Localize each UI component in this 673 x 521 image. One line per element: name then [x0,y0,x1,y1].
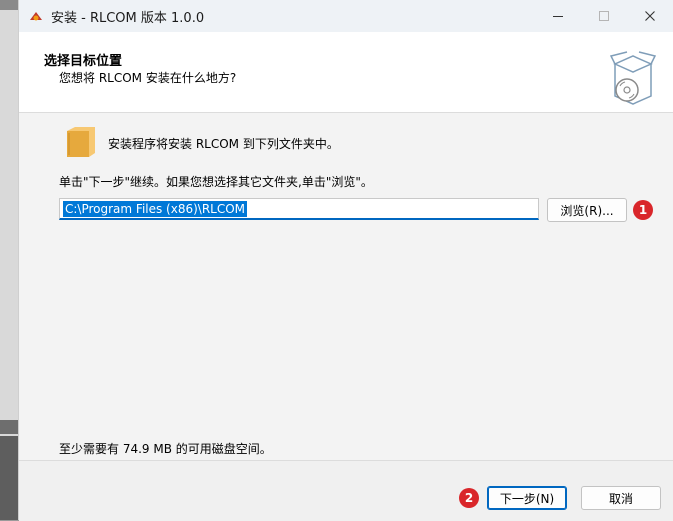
browse-button[interactable]: 浏览(R)... [547,198,627,222]
step-badge-1: 1 [633,200,653,220]
app-icon [29,9,43,23]
maximize-icon [599,11,609,21]
close-button[interactable] [627,0,673,32]
folder-icon [65,125,97,162]
page-title: 选择目标位置 [44,54,123,69]
step-badge-2: 2 [459,488,479,508]
minimize-icon [553,16,563,17]
instruction-text: 单击"下一步"继续。如果您想选择其它文件夹,单击"浏览"。 [59,175,373,189]
installer-window: 安装 - RLCOM 版本 1.0.0 选择目标位置 您想将 RLCOM 安装在… [18,0,673,521]
wizard-footer: 2 下一步(N) 取消 [19,460,673,521]
minimize-button[interactable] [535,0,581,32]
background-bar [0,436,18,520]
maximize-button [581,0,627,32]
install-path-input[interactable]: C:\Program Files (x86)\RLCOM [59,198,539,220]
close-icon [645,11,655,21]
install-destination-text: 安装程序将安装 RLCOM 到下列文件夹中。 [108,137,339,151]
wizard-header: 选择目标位置 您想将 RLCOM 安装在什么地方? [19,32,673,113]
wizard-body: 安装程序将安装 RLCOM 到下列文件夹中。 单击"下一步"继续。如果您想选择其… [19,113,673,459]
install-path-value: C:\Program Files (x86)\RLCOM [63,200,248,217]
background-bar [0,420,18,434]
page-subtitle: 您想将 RLCOM 安装在什么地方? [59,71,237,85]
next-button[interactable]: 下一步(N) [487,486,567,510]
title-bar[interactable]: 安装 - RLCOM 版本 1.0.0 [19,0,673,32]
cancel-button[interactable]: 取消 [581,486,661,510]
background-bar [0,0,18,10]
disk-space-text: 至少需要有 74.9 MB 的可用磁盘空间。 [59,442,272,456]
disc-box-icon [609,50,657,109]
background-window [0,0,18,520]
window-title: 安装 - RLCOM 版本 1.0.0 [51,10,205,26]
